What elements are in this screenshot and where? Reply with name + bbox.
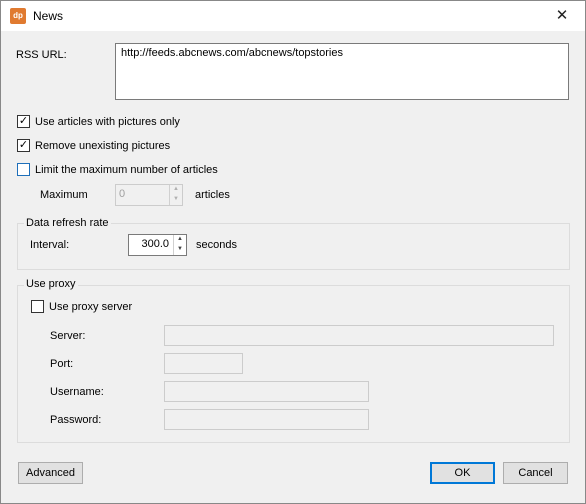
- maximum-spinner[interactable]: 0 ▲ ▼: [115, 184, 183, 206]
- limit-max-checkbox[interactable]: [17, 163, 30, 176]
- remove-unexisting-checkbox[interactable]: ✓: [17, 139, 30, 152]
- spin-down-icon[interactable]: ▼: [170, 195, 182, 205]
- refresh-group: [17, 223, 570, 270]
- username-input[interactable]: [164, 381, 369, 402]
- maximum-value: 0: [119, 188, 126, 200]
- news-dialog: dp News ✕ RSS URL: http://feeds.abcnews.…: [0, 0, 586, 504]
- maximum-label: Maximum: [40, 189, 88, 201]
- pictures-only-label: Use articles with pictures only: [35, 116, 180, 128]
- close-icon[interactable]: ✕: [539, 1, 585, 31]
- spin-up-icon[interactable]: ▲: [170, 185, 182, 195]
- maximum-spin-arrows[interactable]: ▲ ▼: [169, 185, 182, 205]
- title-bar: dp News ✕: [1, 1, 585, 31]
- interval-value: 300.0: [141, 238, 169, 250]
- ok-button[interactable]: OK: [430, 462, 495, 484]
- rss-url-label: RSS URL:: [16, 49, 67, 61]
- port-label: Port:: [50, 358, 74, 370]
- interval-spin-arrows[interactable]: ▲ ▼: [173, 235, 186, 255]
- proxy-group-title: Use proxy: [24, 278, 78, 290]
- rss-url-input[interactable]: http://feeds.abcnews.com/abcnews/topstor…: [115, 43, 569, 100]
- server-input[interactable]: [164, 325, 554, 346]
- use-proxy-checkbox[interactable]: [31, 300, 44, 313]
- advanced-button[interactable]: Advanced: [18, 462, 83, 484]
- password-input[interactable]: [164, 409, 369, 430]
- server-label: Server:: [50, 330, 86, 342]
- refresh-group-title: Data refresh rate: [24, 217, 111, 229]
- interval-label: Interval:: [30, 239, 70, 251]
- pictures-only-checkbox[interactable]: ✓: [17, 115, 30, 128]
- cancel-button[interactable]: Cancel: [503, 462, 568, 484]
- spin-down-icon[interactable]: ▼: [174, 245, 186, 255]
- username-label: Username:: [50, 386, 104, 398]
- password-label: Password:: [50, 414, 102, 426]
- limit-max-label: Limit the maximum number of articles: [35, 164, 218, 176]
- window-title: News: [33, 9, 64, 23]
- use-proxy-label: Use proxy server: [49, 301, 133, 313]
- port-input[interactable]: [164, 353, 243, 374]
- interval-unit: seconds: [196, 239, 237, 251]
- interval-spinner[interactable]: 300.0 ▲ ▼: [128, 234, 187, 256]
- maximum-unit: articles: [195, 189, 230, 201]
- spin-up-icon[interactable]: ▲: [174, 235, 186, 245]
- remove-unexisting-label: Remove unexisting pictures: [35, 140, 171, 152]
- app-icon: dp: [10, 8, 26, 24]
